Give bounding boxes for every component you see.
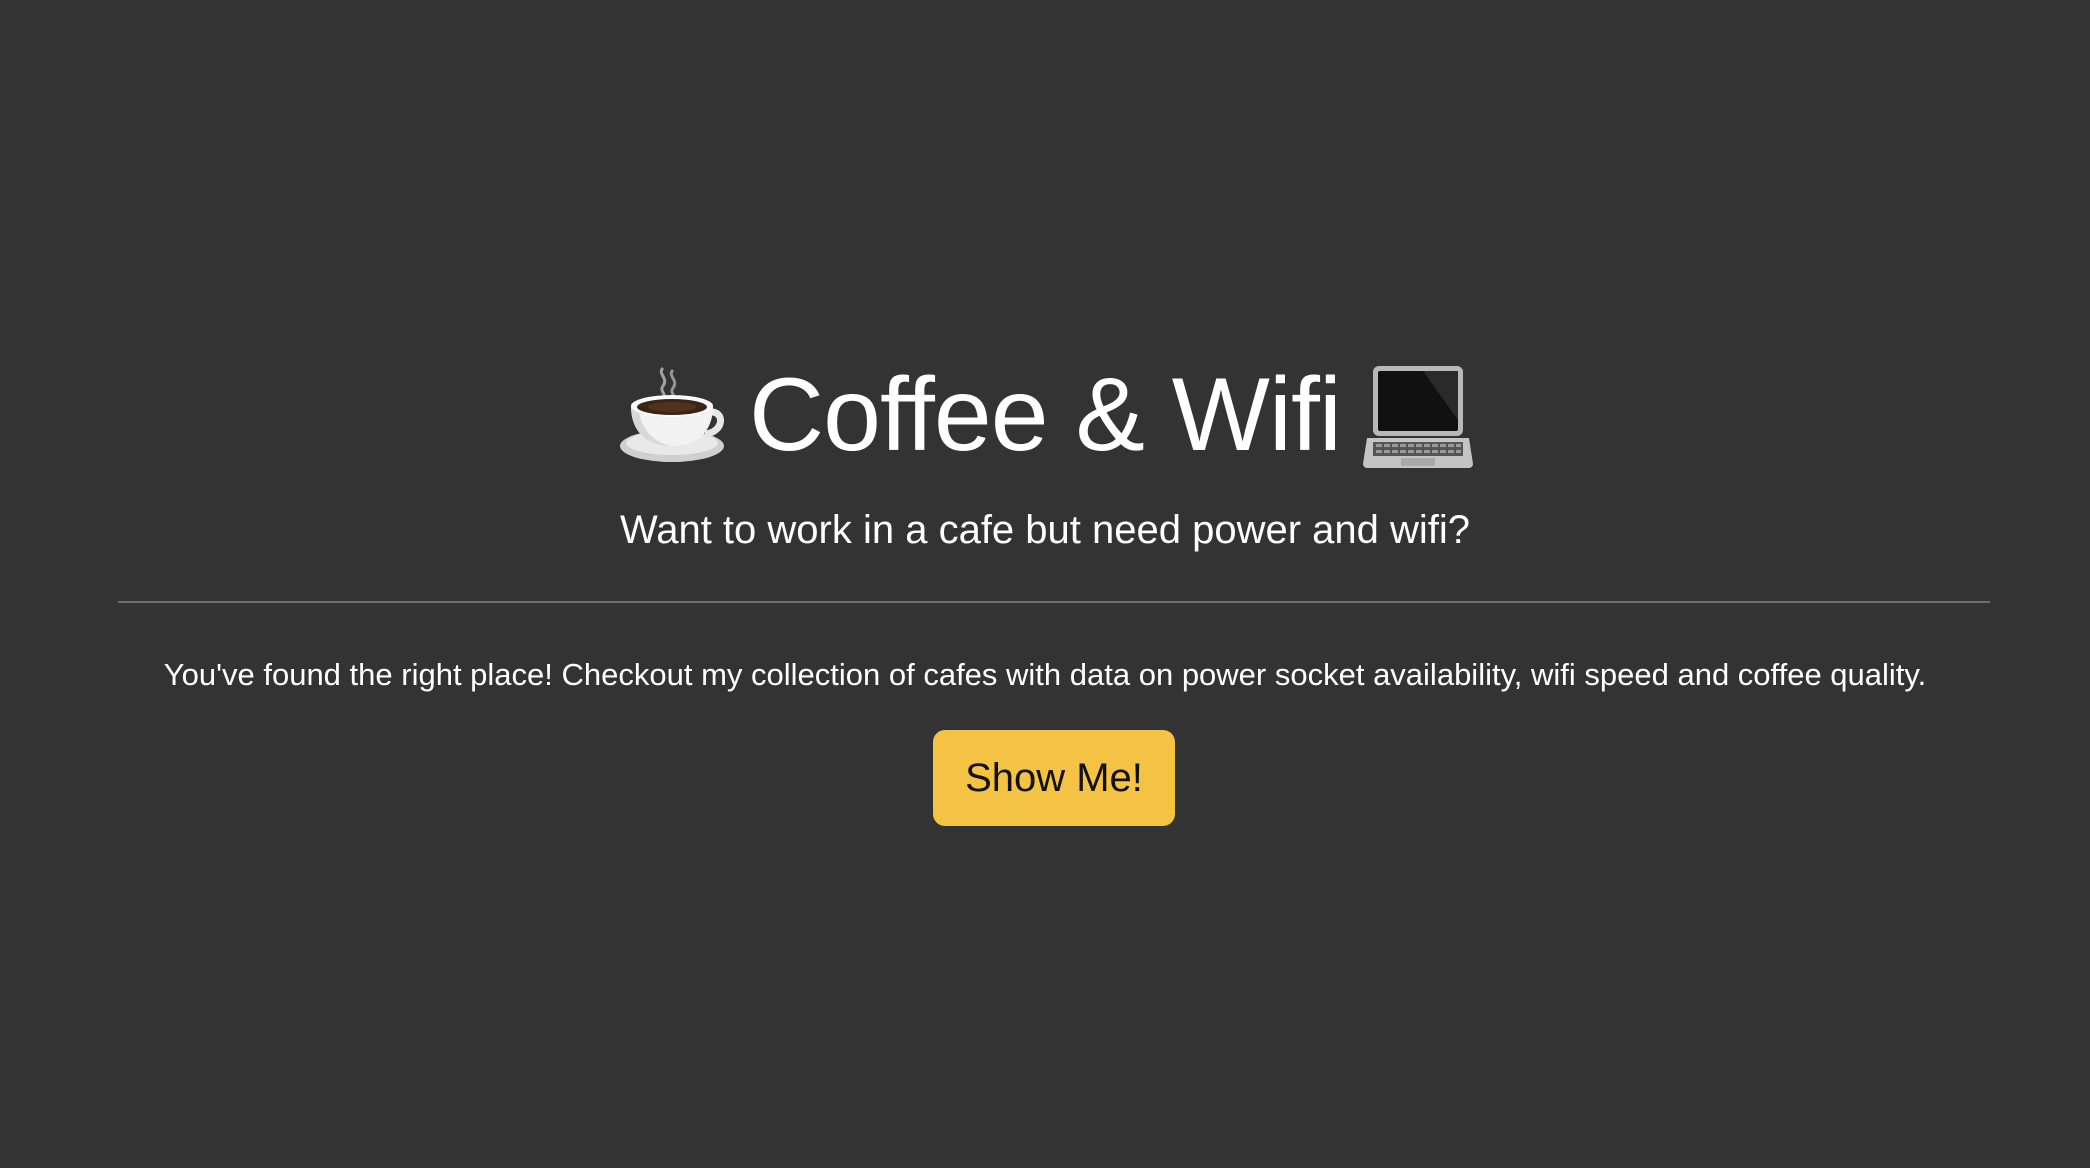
tagline: Want to work in a cafe but need power an… [619, 508, 1471, 552]
intro-text: You've found the right place! Checkout m… [163, 657, 1927, 692]
landing-page: Coffee & Wifi Want to work in a cafe but… [0, 0, 2090, 1168]
title-row: Coffee & Wifi [617, 355, 1473, 475]
laptop-icon [1362, 366, 1473, 468]
coffee-cup-icon [620, 366, 725, 462]
hero-section: Coffee & Wifi Want to work in a cafe but… [0, 355, 2090, 555]
show-me-button[interactable]: Show Me! [933, 730, 1175, 826]
divider [118, 601, 1990, 603]
page-title: Coffee & Wifi [749, 357, 1342, 473]
